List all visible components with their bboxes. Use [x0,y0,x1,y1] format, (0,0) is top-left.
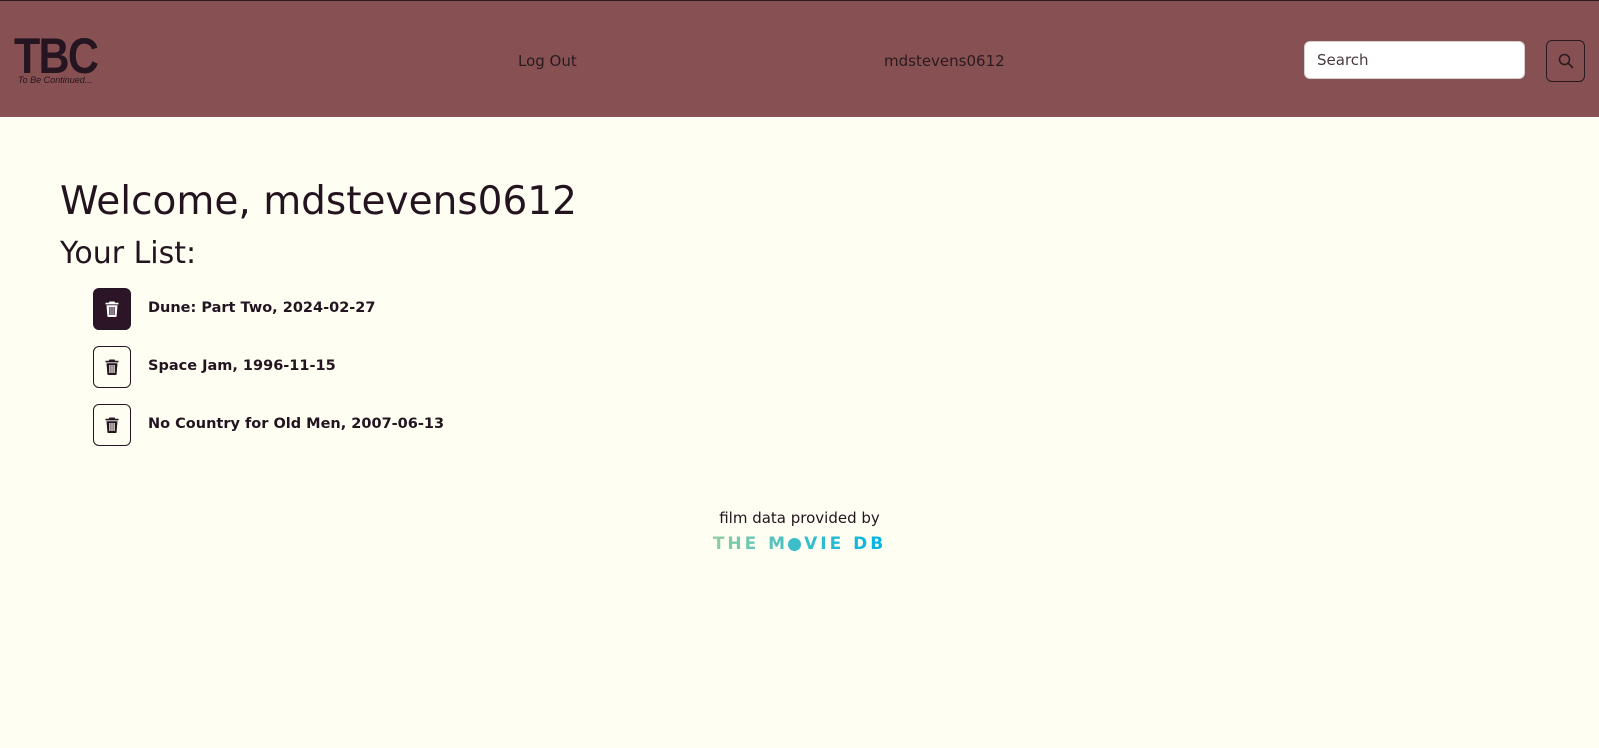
brand-name: TBC [14,28,99,84]
list-item-label: Space Jam, 1996-11-15 [148,358,336,374]
username-link[interactable]: mdstevens0612 [884,51,1005,71]
delete-button[interactable] [93,404,131,446]
welcome-heading: Welcome, mdstevens0612 [60,179,577,224]
search-button[interactable] [1546,40,1585,82]
trash-icon [105,359,119,375]
search-input[interactable] [1304,41,1525,79]
watch-list: Dune: Part Two, 2024-02-27 Space Jam, 19… [93,288,693,462]
search-icon [1558,53,1573,69]
brand-tagline: To Be Continued... [18,75,93,85]
tmdb-logo-part1: THE M [712,534,789,554]
trash-icon [105,301,119,317]
attribution: film data provided by THE M VIE DB [0,508,1599,554]
trash-icon [105,417,119,433]
list-item-label: No Country for Old Men, 2007-06-13 [148,416,445,432]
attribution-text: film data provided by [719,509,880,527]
delete-button[interactable] [93,346,131,388]
list-item: Dune: Part Two, 2024-02-27 [93,288,693,346]
brand-logo[interactable]: TBC To Be Continued... [14,31,104,91]
list-item: No Country for Old Men, 2007-06-13 [93,404,693,462]
tmdb-logo-dot [788,537,802,551]
tmdb-logo-part2: VIE DB [804,534,887,554]
tmdb-logo[interactable]: THE M VIE DB [713,534,886,554]
navbar: TBC To Be Continued... Log Out mdstevens… [0,0,1599,117]
list-item: Space Jam, 1996-11-15 [93,346,693,404]
list-heading: Your List: [60,236,197,271]
delete-button[interactable] [93,288,131,330]
logout-link[interactable]: Log Out [518,51,577,71]
list-item-label: Dune: Part Two, 2024-02-27 [148,300,376,316]
